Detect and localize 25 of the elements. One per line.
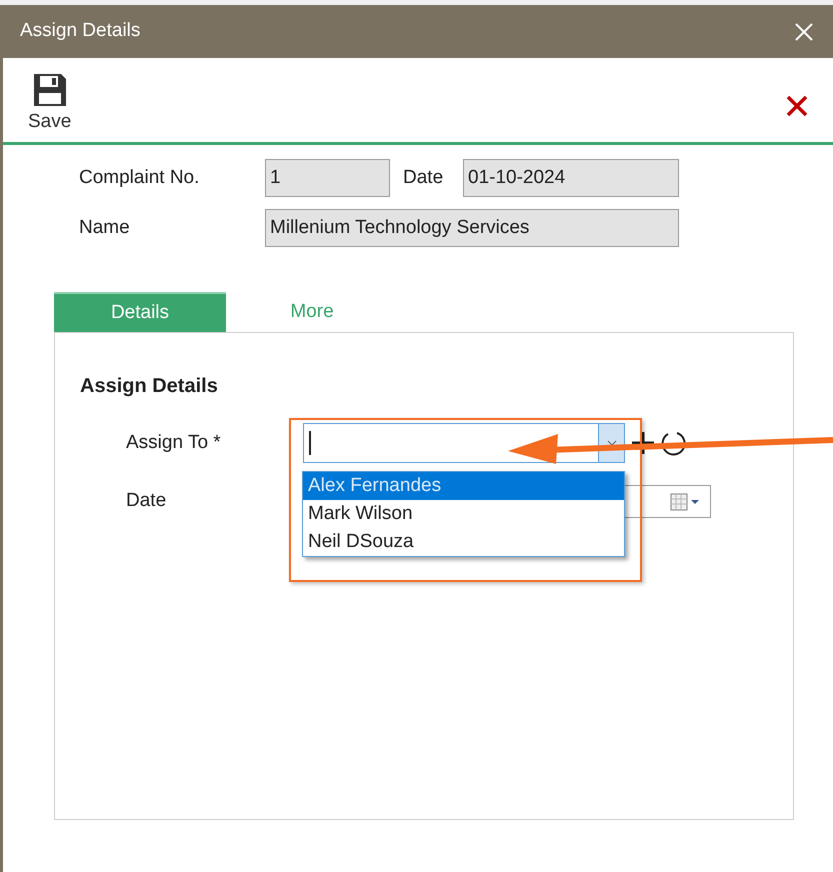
dropdown-option[interactable]: Alex Fernandes <box>303 472 624 500</box>
assign-to-combo[interactable] <box>303 423 625 463</box>
add-button[interactable] <box>631 431 655 455</box>
field-label: Name <box>79 216 131 240</box>
chevron-down-icon <box>606 440 616 446</box>
close-icon <box>794 22 814 42</box>
date-field[interactable]: 01-10-2024 <box>463 159 679 197</box>
save-icon <box>32 72 68 108</box>
field-label: Complaint No. <box>79 166 200 190</box>
cancel-button[interactable] <box>785 94 809 118</box>
field-label: Assign To * <box>126 430 222 455</box>
field-label: Date <box>126 489 168 514</box>
refresh-icon <box>661 430 687 456</box>
section-title: Assign Details <box>80 374 219 399</box>
calendar-icon <box>670 492 700 510</box>
save-button[interactable]: Save <box>28 72 72 136</box>
refresh-button[interactable] <box>661 430 687 456</box>
window-title: Assign Details <box>20 19 140 44</box>
name-field[interactable]: Millenium Technology Services <box>265 209 679 247</box>
field-label: Date <box>403 166 444 190</box>
close-icon <box>785 94 809 118</box>
dropdown-option[interactable]: Neil DSouza <box>303 528 624 556</box>
complaint-number-field[interactable]: 1 <box>265 159 390 197</box>
dropdown-option[interactable]: Mark Wilson <box>303 500 624 528</box>
plus-icon <box>631 431 655 455</box>
